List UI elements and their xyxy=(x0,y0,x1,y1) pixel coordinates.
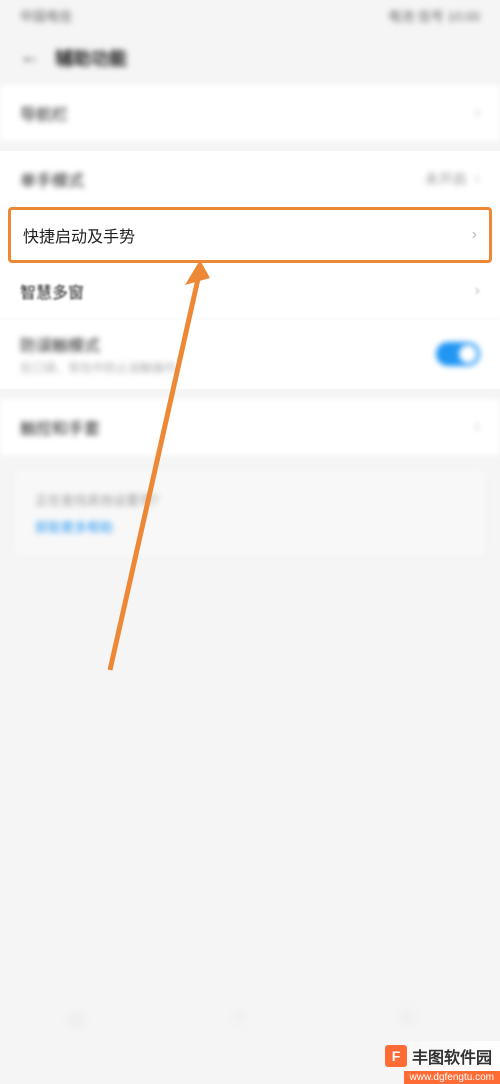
row-label: 防误触模式 xyxy=(20,332,176,356)
watermark-url: www.dgfengtu.com xyxy=(404,1071,500,1084)
status-left: 中国电信 xyxy=(20,6,72,25)
row-gloves[interactable]: 触控和手套 › xyxy=(0,399,500,455)
info-box: 正在查找其他设置项？ 获取更多帮助 xyxy=(15,470,485,556)
row-gesture-mode[interactable]: 防误触模式 在口袋、背包中防止误触操作 xyxy=(0,319,500,389)
toggle-switch[interactable] xyxy=(436,342,480,366)
section-gloves: 触控和手套 › xyxy=(0,399,500,455)
info-text: 正在查找其他设置项？ xyxy=(35,490,465,509)
watermark: F 丰图软件园 www.dgfengtu.com xyxy=(377,1041,500,1084)
watermark-text: 丰图软件园 xyxy=(412,1044,492,1068)
status-right: 电池 信号 10:00 xyxy=(388,6,480,25)
info-link[interactable]: 获取更多帮助 xyxy=(35,517,465,536)
row-value: 未开启 xyxy=(425,169,467,189)
page-header: ← 辅助功能 xyxy=(0,30,500,85)
row-text-group: 防误触模式 在口袋、背包中防止误触操作 xyxy=(20,332,176,376)
chevron-right-icon: › xyxy=(475,104,480,122)
row-shortcuts-gestures[interactable]: 快捷启动及手势 › xyxy=(8,207,492,263)
nav-back-icon[interactable]: ◁ xyxy=(68,1009,98,1039)
row-right: 未开启 › xyxy=(425,169,480,189)
nav-recent-icon[interactable]: □ xyxy=(402,1009,432,1039)
chevron-right-icon: › xyxy=(475,418,480,436)
nav-home-icon[interactable]: ○ xyxy=(235,1009,265,1039)
row-subtitle: 在口袋、背包中防止误触操作 xyxy=(20,359,176,376)
watermark-brand: F 丰图软件园 xyxy=(377,1041,500,1071)
row-label: 触控和手套 xyxy=(20,415,100,439)
chevron-right-icon: › xyxy=(472,226,477,244)
row-label: 单手模式 xyxy=(20,167,84,191)
page-title: 辅助功能 xyxy=(55,45,127,71)
row-multiwindow[interactable]: 智慧多窗 › xyxy=(0,263,500,319)
chevron-right-icon: › xyxy=(475,170,480,188)
section-main: 单手模式 未开启 › 快捷启动及手势 › 智慧多窗 › 防误触模式 在口袋、背包… xyxy=(0,151,500,389)
row-onehand[interactable]: 单手模式 未开启 › xyxy=(0,151,500,207)
section-nav: 导航栏 › xyxy=(0,85,500,141)
row-label: 快捷启动及手势 xyxy=(23,223,135,247)
watermark-logo: F xyxy=(385,1045,407,1067)
chevron-right-icon: › xyxy=(475,282,480,300)
row-label: 导航栏 xyxy=(20,101,68,125)
row-label: 智慧多窗 xyxy=(20,279,84,303)
row-navigation[interactable]: 导航栏 › xyxy=(0,85,500,141)
back-icon[interactable]: ← xyxy=(20,46,40,69)
status-bar: 中国电信 电池 信号 10:00 xyxy=(0,0,500,30)
